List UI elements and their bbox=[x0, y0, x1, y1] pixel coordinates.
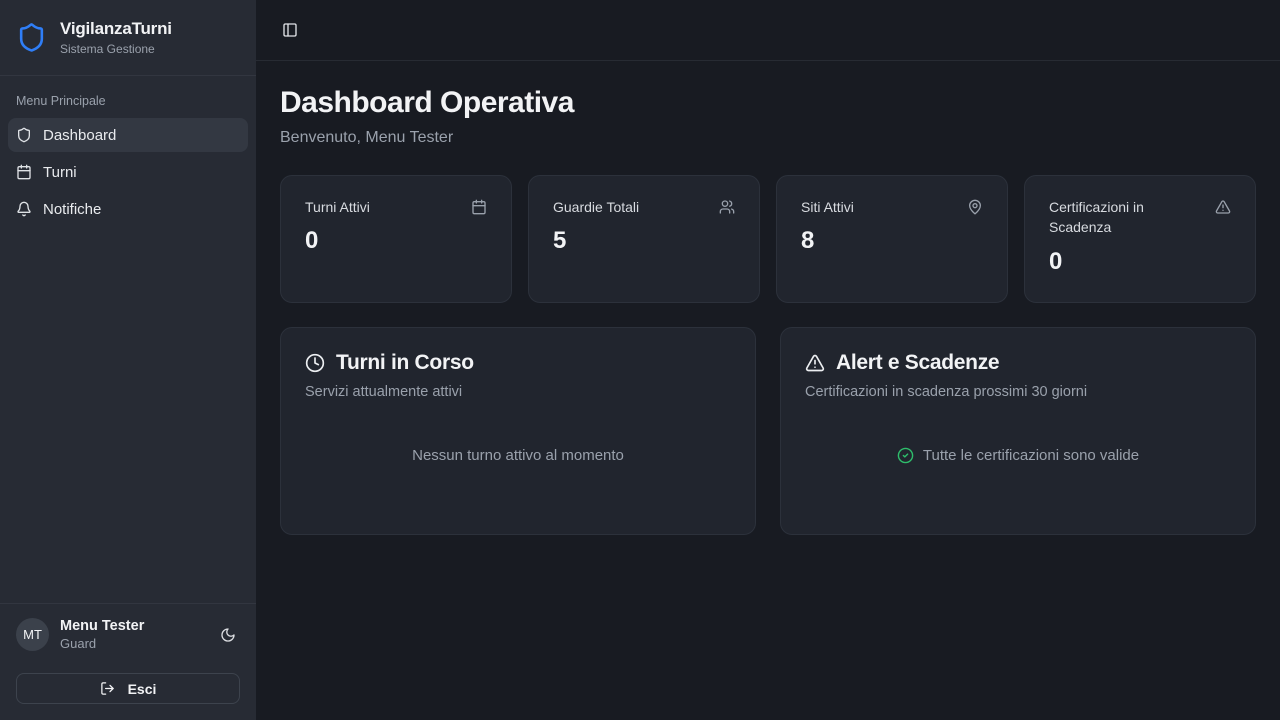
sidebar-toggle-button[interactable] bbox=[280, 20, 300, 40]
moon-icon bbox=[220, 627, 236, 643]
app-subtitle: Sistema Gestione bbox=[60, 42, 172, 56]
stat-label: Certificazioni in Scadenza bbox=[1049, 197, 1205, 238]
panel-subtitle: Servizi attualmente attivi bbox=[305, 384, 731, 400]
calendar-icon bbox=[471, 199, 487, 215]
stat-card-guardie-totali: Guardie Totali 5 bbox=[528, 175, 760, 303]
nav-section-label: Menu Principale bbox=[8, 88, 248, 118]
panel-left-icon bbox=[282, 22, 298, 38]
stat-label: Turni Attivi bbox=[305, 197, 370, 217]
stat-value: 5 bbox=[553, 227, 735, 255]
user-name: Menu Tester bbox=[60, 618, 144, 634]
sidebar-item-label: Turni bbox=[43, 164, 77, 181]
panel-alert-scadenze: Alert e Scadenze Certificazioni in scade… bbox=[780, 327, 1256, 535]
page-title: Dashboard Operativa bbox=[280, 86, 1256, 120]
clock-icon bbox=[305, 353, 325, 373]
empty-message: Nessun turno attivo al momento bbox=[412, 447, 624, 464]
brand: VigilanzaTurni Sistema Gestione bbox=[0, 0, 256, 76]
panel-subtitle: Certificazioni in scadenza prossimi 30 g… bbox=[805, 384, 1231, 400]
panel-title: Alert e Scadenze bbox=[836, 351, 999, 375]
sidebar-item-turni[interactable]: Turni bbox=[8, 155, 248, 189]
panel-turni-in-corso: Turni in Corso Servizi attualmente attiv… bbox=[280, 327, 756, 535]
app-title: VigilanzaTurni bbox=[60, 19, 172, 39]
panel-title: Turni in Corso bbox=[336, 351, 474, 375]
stat-value: 0 bbox=[305, 227, 487, 255]
shield-logo-icon bbox=[16, 22, 47, 53]
user-meta: Menu Tester Guard bbox=[60, 618, 144, 651]
sidebar-item-label: Dashboard bbox=[43, 127, 116, 144]
stats-grid: Turni Attivi 0 Guardie Totali 5 bbox=[280, 175, 1256, 303]
stat-value: 0 bbox=[1049, 248, 1231, 276]
sidebar-item-label: Notifiche bbox=[43, 201, 101, 218]
bell-icon bbox=[16, 201, 32, 217]
panels-grid: Turni in Corso Servizi attualmente attiv… bbox=[280, 327, 1256, 535]
user-role: Guard bbox=[60, 636, 144, 651]
user-row: MT Menu Tester Guard bbox=[16, 618, 240, 651]
sidebar-footer: MT Menu Tester Guard Esci bbox=[0, 603, 256, 720]
empty-state: Nessun turno attivo al momento bbox=[305, 400, 731, 511]
sidebar: VigilanzaTurni Sistema Gestione Menu Pri… bbox=[0, 0, 256, 720]
stat-card-siti-attivi: Siti Attivi 8 bbox=[776, 175, 1008, 303]
welcome-text: Benvenuto, Menu Tester bbox=[280, 129, 1256, 147]
stat-label: Guardie Totali bbox=[553, 197, 639, 217]
map-pin-icon bbox=[967, 199, 983, 215]
empty-state: Tutte le certificazioni sono valide bbox=[805, 400, 1231, 511]
theme-toggle-button[interactable] bbox=[216, 623, 240, 647]
users-icon bbox=[719, 199, 735, 215]
stat-value: 8 bbox=[801, 227, 983, 255]
logout-button[interactable]: Esci bbox=[16, 673, 240, 704]
main-area: Dashboard Operativa Benvenuto, Menu Test… bbox=[256, 0, 1280, 720]
stat-card-certificazioni: Certificazioni in Scadenza 0 bbox=[1024, 175, 1256, 303]
topbar bbox=[256, 0, 1280, 61]
sidebar-nav: Menu Principale Dashboard Turni Notifich… bbox=[0, 76, 256, 241]
empty-message: Tutte le certificazioni sono valide bbox=[923, 447, 1139, 464]
brand-text: VigilanzaTurni Sistema Gestione bbox=[60, 19, 172, 56]
sidebar-item-notifiche[interactable]: Notifiche bbox=[8, 192, 248, 226]
page-content: Dashboard Operativa Benvenuto, Menu Test… bbox=[256, 61, 1280, 560]
log-out-icon bbox=[100, 681, 115, 696]
stat-label: Siti Attivi bbox=[801, 197, 854, 217]
stat-card-turni-attivi: Turni Attivi 0 bbox=[280, 175, 512, 303]
calendar-icon bbox=[16, 164, 32, 180]
avatar: MT bbox=[16, 618, 49, 651]
alert-triangle-icon bbox=[805, 353, 825, 373]
alert-triangle-icon bbox=[1215, 199, 1231, 215]
sidebar-item-dashboard[interactable]: Dashboard bbox=[8, 118, 248, 152]
logout-label: Esci bbox=[128, 681, 157, 697]
shield-icon bbox=[16, 127, 32, 143]
check-circle-icon bbox=[897, 447, 914, 464]
